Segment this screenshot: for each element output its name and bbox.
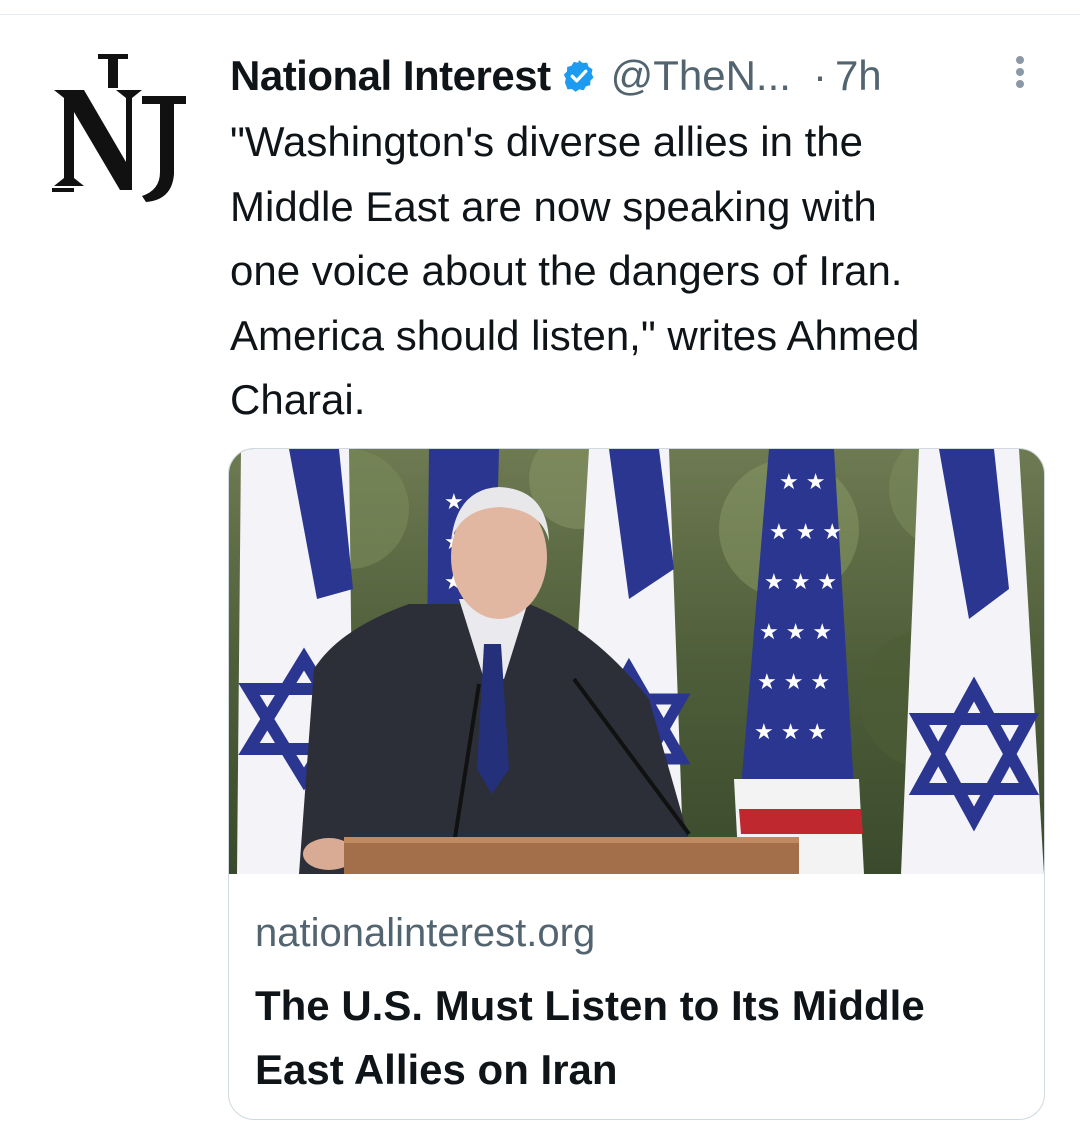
national-interest-logo <box>46 50 194 208</box>
link-card[interactable]: ★ ★ ★ ★ ★ ★ ★ ★ ★ ★ ★ ★ ★ ★ ★ ★ ★ ★ ★ ★ <box>228 448 1045 1120</box>
avatar[interactable] <box>46 50 194 208</box>
author-name[interactable]: National Interest <box>230 52 551 100</box>
timestamp[interactable]: 7h <box>835 52 882 100</box>
more-options-icon[interactable] <box>1006 52 1034 92</box>
svg-text:★ ★ ★: ★ ★ ★ <box>769 520 842 545</box>
tweet-text: "Washington's diverse allies in the Midd… <box>230 118 920 423</box>
tweet-header: National Interest @TheN... · 7h <box>230 50 1040 102</box>
top-divider <box>0 0 1080 15</box>
svg-text:★ ★ ★: ★ ★ ★ <box>754 720 827 745</box>
link-card-image[interactable]: ★ ★ ★ ★ ★ ★ ★ ★ ★ ★ ★ ★ ★ ★ ★ ★ ★ ★ ★ ★ <box>229 449 1044 874</box>
svg-text:★ ★ ★: ★ ★ ★ <box>764 570 837 595</box>
link-domain: nationalinterest.org <box>255 911 596 955</box>
svg-text:★ ★ ★: ★ ★ ★ <box>757 670 830 695</box>
verified-badge-icon <box>561 58 597 94</box>
link-title: The U.S. Must Listen to Its Middle East … <box>255 982 925 1093</box>
svg-text:★ ★ ★: ★ ★ ★ <box>759 620 832 645</box>
separator-dot: · <box>812 52 827 99</box>
svg-text:★ ★: ★ ★ <box>779 470 825 495</box>
author-handle[interactable]: @TheN... <box>611 52 791 100</box>
